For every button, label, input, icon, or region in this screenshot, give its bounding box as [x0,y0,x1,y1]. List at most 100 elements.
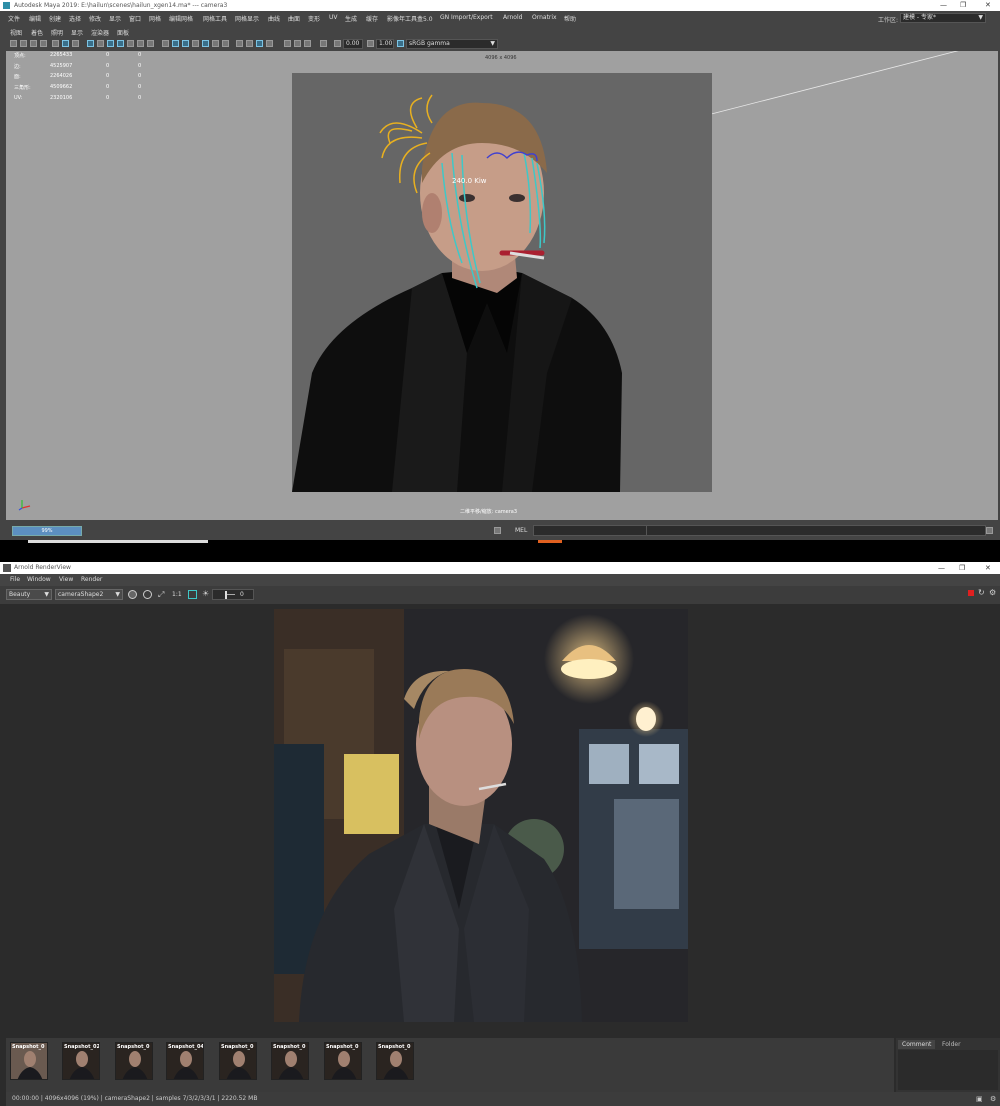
motion-blur-icon[interactable] [236,40,243,47]
record-icon[interactable] [968,590,974,596]
menu-cache[interactable]: 缓存 [366,14,378,23]
safe-action-icon[interactable] [137,40,144,47]
isolate-select-icon[interactable] [266,40,273,47]
field-chart-icon[interactable] [127,40,134,47]
color-management-icon[interactable] [397,40,404,47]
save-image-icon[interactable]: ▣ [976,1092,983,1106]
menu-display[interactable]: 显示 [109,14,121,23]
gear-icon[interactable]: ⚙ [989,588,996,597]
crop-region-icon[interactable]: ⤢ [158,590,164,600]
menu-view[interactable]: View [59,576,73,583]
exposure-icon[interactable] [334,40,341,47]
close-button[interactable]: ✕ [985,0,991,11]
anti-aliasing-icon[interactable] [246,40,253,47]
menu-surfaces[interactable]: 曲面 [288,14,300,23]
close-button[interactable]: ✕ [985,562,991,574]
menu-ornatrix[interactable]: Ornatrix [532,14,557,21]
grid-icon[interactable] [87,40,94,47]
depth-of-field-icon[interactable] [256,40,263,47]
render-button-icon[interactable] [128,590,137,599]
viewport-menu-show[interactable]: 显示 [71,28,83,37]
shadows-icon[interactable] [212,40,219,47]
menu-help[interactable]: 帮助 [564,14,576,23]
xray-components-icon[interactable] [304,40,311,47]
menu-gn-import-export[interactable]: GN Import/Export [440,14,493,21]
tab-comment[interactable]: Comment [898,1040,936,1049]
image-plane-icon[interactable] [40,40,47,47]
xray-joints-icon[interactable] [294,40,301,47]
gate-mask-icon[interactable] [117,40,124,47]
menu-mesh-display[interactable]: 网格显示 [235,14,259,23]
maximize-button[interactable]: ❐ [959,562,965,574]
menu-create[interactable]: 创建 [49,14,61,23]
refresh-icon[interactable]: ↻ [978,588,985,597]
menu-select[interactable]: 选择 [69,14,81,23]
fit-frame-icon[interactable] [188,590,197,599]
menu-window[interactable]: 窗口 [129,14,141,23]
minimize-button[interactable]: — [940,0,947,11]
menu-file[interactable]: File [10,576,20,583]
snapshot-thumbnail[interactable]: Snapshot_0 [115,1042,153,1080]
colorspace-dropdown[interactable]: sRGB gamma ▼ [406,39,498,49]
viewport-menu-renderer[interactable]: 渲染器 [91,28,109,37]
snapshot-thumbnail[interactable]: Snapshot_0 [219,1042,257,1080]
bookmark-icon[interactable] [30,40,37,47]
menu-render[interactable]: Render [81,576,102,583]
smooth-shade-icon[interactable] [172,40,179,47]
stop-render-icon[interactable] [143,590,152,599]
use-all-lights-icon[interactable] [202,40,209,47]
backface-culling-icon[interactable] [320,40,327,47]
exposure-field[interactable]: 0.00 [343,39,363,49]
snapshot-thumbnail[interactable]: Snapshot_0 [271,1042,309,1080]
settings-icon[interactable]: ⚙ [990,1092,996,1106]
wireframe-icon[interactable] [162,40,169,47]
maximize-button[interactable]: ❐ [960,0,966,11]
menu-mesh[interactable]: 网格 [149,14,161,23]
camera-dropdown[interactable]: cameraShape2 ▼ [55,589,123,600]
menu-edit-mesh[interactable]: 编辑网格 [169,14,193,23]
snapshot-thumbnail[interactable]: Snapshot_02 [62,1042,100,1080]
snapshot-thumbnail[interactable]: Snapshot_04 [166,1042,204,1080]
viewport-menu-view[interactable]: 视图 [10,28,22,37]
menu-uv[interactable]: UV [329,14,338,21]
wireframe-on-shaded-icon[interactable] [182,40,189,47]
slider-handle[interactable] [225,591,227,599]
viewport-menu-panels[interactable]: 面板 [117,28,129,37]
select-camera-icon[interactable] [10,40,17,47]
snapshot-thumbnail[interactable]: Snapshot_0 [324,1042,362,1080]
safe-title-icon[interactable] [147,40,154,47]
2d-pan-zoom-icon[interactable] [62,40,69,47]
camera-attributes-icon[interactable] [20,40,27,47]
mel-command-input[interactable] [533,525,649,536]
xray-icon[interactable] [284,40,291,47]
script-editor-icon[interactable] [494,527,501,534]
mel-label[interactable]: MEL [515,527,527,534]
film-gate-icon[interactable] [97,40,104,47]
gamma-icon[interactable] [367,40,374,47]
menu-arnold[interactable]: Arnold [503,14,522,21]
menu-edit[interactable]: 编辑 [29,14,41,23]
menu-window[interactable]: Window [27,576,51,583]
comment-text-area[interactable] [898,1050,998,1090]
snapshot-thumbnail[interactable]: Snapshot_0 [376,1042,414,1080]
viewport-menu-shading[interactable]: 着色 [31,28,43,37]
minimize-button[interactable]: — [938,562,945,574]
grease-pencil-icon[interactable] [52,40,59,47]
gamma-field[interactable]: 1.00 [376,39,394,49]
textured-icon[interactable] [192,40,199,47]
resolution-gate-icon[interactable] [107,40,114,47]
script-editor-toggle-icon[interactable] [986,527,993,534]
brush-icon[interactable] [72,40,79,47]
menu-generate[interactable]: 生成 [345,14,357,23]
menu-curves[interactable]: 曲线 [268,14,280,23]
menu-modify[interactable]: 修改 [89,14,101,23]
tab-folder[interactable]: Folder [938,1040,965,1049]
menu-file[interactable]: 文件 [8,14,20,23]
exposure-slider[interactable]: 0 [212,589,254,600]
ambient-occlusion-icon[interactable] [222,40,229,47]
workspace-dropdown[interactable]: 建模 - 专家* ▼ [900,13,986,23]
ratio-button[interactable]: 1:1 [172,591,182,598]
menu-toolbox[interactable]: 影像年工具盒5.0 [387,14,433,23]
aov-dropdown[interactable]: Beauty ▼ [6,589,52,600]
viewport-menu-lighting[interactable]: 照明 [51,28,63,37]
